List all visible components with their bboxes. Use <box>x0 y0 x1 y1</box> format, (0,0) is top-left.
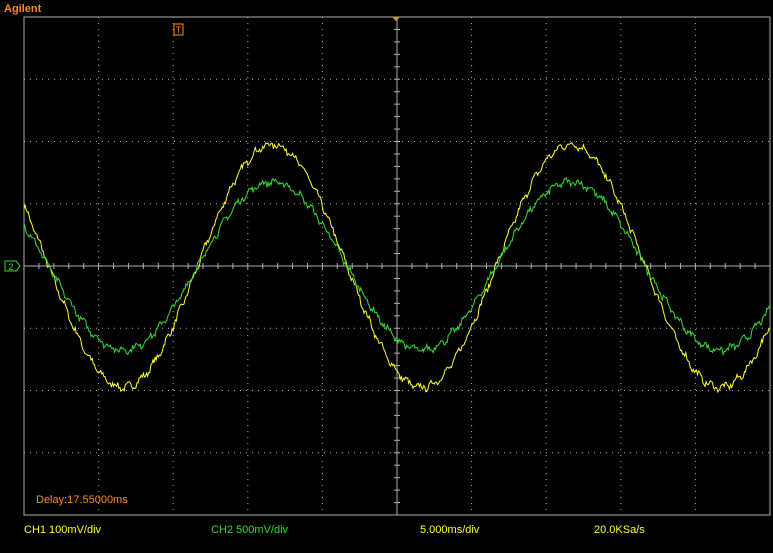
time-scale-readout[interactable]: 5.000ms/div <box>420 524 479 537</box>
graticule <box>23 16 771 516</box>
sample-rate-readout: 20.0KSa/s <box>594 524 645 536</box>
ch1-scale-readout[interactable]: CH1 100mV/div <box>24 524 101 537</box>
trigger-marker[interactable]: T <box>173 23 184 36</box>
markers: T 2 <box>4 17 400 272</box>
trigger-position-icon <box>392 17 400 21</box>
oscilloscope-display: T 2 <box>4 16 771 516</box>
trigger-marker-label: T <box>176 25 182 35</box>
ch2-ground-label: 2 <box>8 262 13 272</box>
delay-readout: Delay:17.55000ms <box>36 494 128 506</box>
ch2-ground-marker[interactable]: 2 <box>4 260 21 272</box>
brand-logo: Agilent <box>4 3 42 15</box>
ch2-scale-readout[interactable]: CH2 500mV/div <box>211 524 288 537</box>
